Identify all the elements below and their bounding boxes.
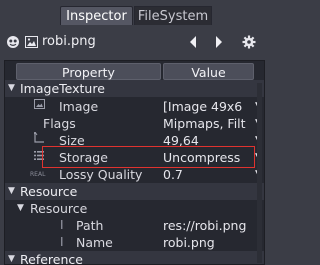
section-label: ImageTexture — [20, 81, 105, 96]
property-label: Path — [76, 218, 104, 233]
text-cursor-icon: I — [60, 235, 64, 249]
header-value: Value — [163, 63, 254, 80]
property-row-lossy-quality[interactable]: REAL Lossy Quality 0.7 ▼ — [5, 166, 264, 183]
property-row-flags[interactable]: Flags Mipmaps, Filt ▼ — [5, 115, 264, 132]
collapse-arrow-icon[interactable]: ▼ — [8, 80, 15, 97]
real-type-icon: REAL — [30, 171, 46, 178]
property-row-path[interactable]: I Path res://robi.png — [5, 217, 264, 234]
property-value[interactable]: 0.7 — [163, 166, 253, 183]
resource-name: robi.png — [42, 34, 96, 49]
header-property: Property — [16, 63, 161, 80]
section-resource[interactable]: ▼ Resource — [5, 183, 264, 200]
property-label: Flags — [43, 116, 76, 131]
inspector-toolbar: robi.png — [4, 28, 265, 56]
property-label: Image — [59, 99, 99, 114]
godot-icon[interactable] — [4, 28, 22, 56]
back-arrow-icon[interactable] — [186, 28, 200, 56]
subsection-label: Resource — [30, 201, 88, 216]
text-cursor-icon: I — [60, 218, 64, 232]
property-value[interactable]: Mipmaps, Filt — [163, 115, 253, 132]
image-property-icon — [34, 98, 45, 115]
image-icon — [23, 28, 39, 56]
dock-tab-bar: Inspector FileSystem — [0, 0, 269, 26]
path-highlight-box — [42, 146, 255, 168]
collapse-arrow-icon[interactable]: ▼ — [17, 200, 24, 217]
property-row-image[interactable]: Image [Image 49x6 ▼ — [5, 98, 264, 115]
property-value[interactable]: robi.png — [163, 234, 253, 251]
subsection-resource[interactable]: ▼ Resource — [5, 200, 264, 217]
property-row-name[interactable]: I Name robi.png — [5, 234, 264, 251]
section-label: Resource — [20, 184, 78, 199]
property-value[interactable]: res://robi.png — [163, 217, 253, 234]
section-label: Reference — [20, 252, 83, 265]
tab-inspector[interactable]: Inspector — [60, 6, 133, 25]
collapse-arrow-icon[interactable]: ▼ — [8, 183, 15, 200]
section-image-texture[interactable]: ▼ ImageTexture — [5, 80, 264, 97]
scrollbar[interactable] — [257, 83, 262, 263]
forward-arrow-icon[interactable] — [212, 28, 226, 56]
section-reference[interactable]: ▼ Reference — [5, 251, 264, 265]
property-label: Name — [76, 235, 113, 250]
collapse-arrow-icon[interactable]: ▼ — [8, 251, 15, 264]
property-value[interactable]: [Image 49x6 — [163, 98, 253, 115]
table-header: Property Value — [16, 63, 254, 80]
tab-filesystem[interactable]: FileSystem — [134, 6, 212, 25]
gear-icon[interactable] — [240, 28, 258, 56]
property-label: Lossy Quality — [59, 167, 143, 182]
